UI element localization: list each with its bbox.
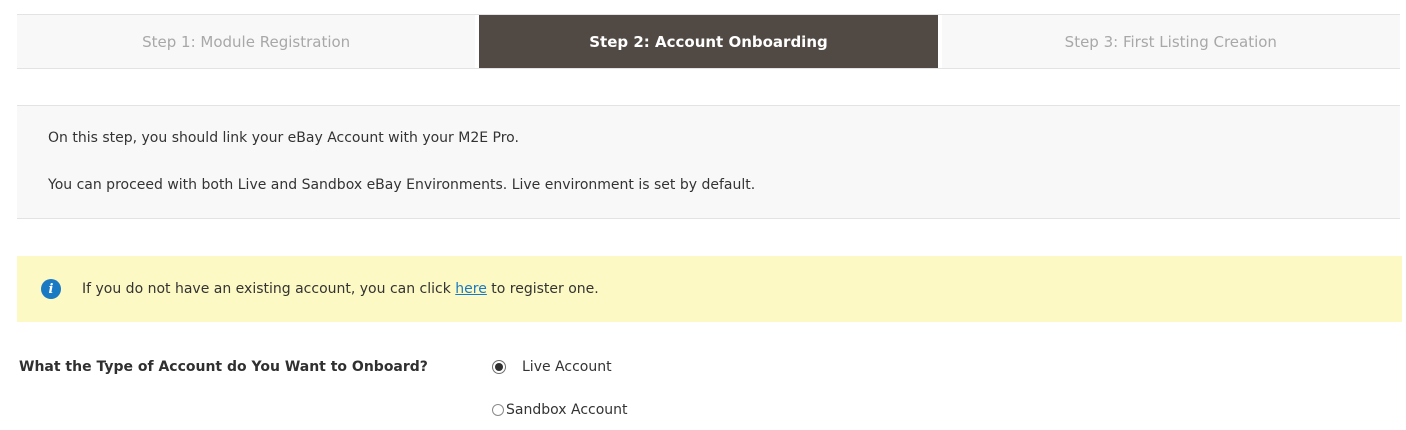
- step-first-listing-creation[interactable]: Step 3: First Listing Creation: [941, 15, 1400, 68]
- sandbox-account-label: Sandbox Account: [506, 402, 628, 418]
- step-account-onboarding[interactable]: Step 2: Account Onboarding: [479, 15, 938, 68]
- step-label: Step 1: Module Registration: [142, 32, 351, 51]
- step-label: Step 3: First Listing Creation: [1064, 32, 1277, 51]
- live-account-option[interactable]: Live Account: [492, 357, 612, 377]
- account-type-question: What the Type of Account do You Want to …: [19, 359, 428, 375]
- live-account-label: Live Account: [522, 359, 612, 375]
- intro-panel: On this step, you should link your eBay …: [17, 105, 1400, 219]
- notice-text-before: If you do not have an existing account, …: [82, 281, 456, 297]
- sandbox-account-radio[interactable]: [492, 404, 504, 416]
- notice-text-after: to register one.: [486, 281, 599, 297]
- register-link[interactable]: here: [455, 281, 487, 297]
- intro-text-line-2: You can proceed with both Live and Sandb…: [48, 177, 756, 193]
- step-module-registration[interactable]: Step 1: Module Registration: [17, 15, 476, 68]
- info-notice: i If you do not have an existing account…: [17, 256, 1402, 322]
- intro-text-line-1: On this step, you should link your eBay …: [48, 130, 519, 146]
- live-account-radio[interactable]: [492, 360, 506, 374]
- notice-text: If you do not have an existing account, …: [82, 281, 599, 297]
- sandbox-account-option[interactable]: Sandbox Account: [492, 400, 628, 420]
- info-icon: i: [41, 279, 61, 299]
- step-label: Step 2: Account Onboarding: [589, 32, 828, 51]
- onboarding-steps: Step 1: Module Registration Step 2: Acco…: [17, 14, 1400, 69]
